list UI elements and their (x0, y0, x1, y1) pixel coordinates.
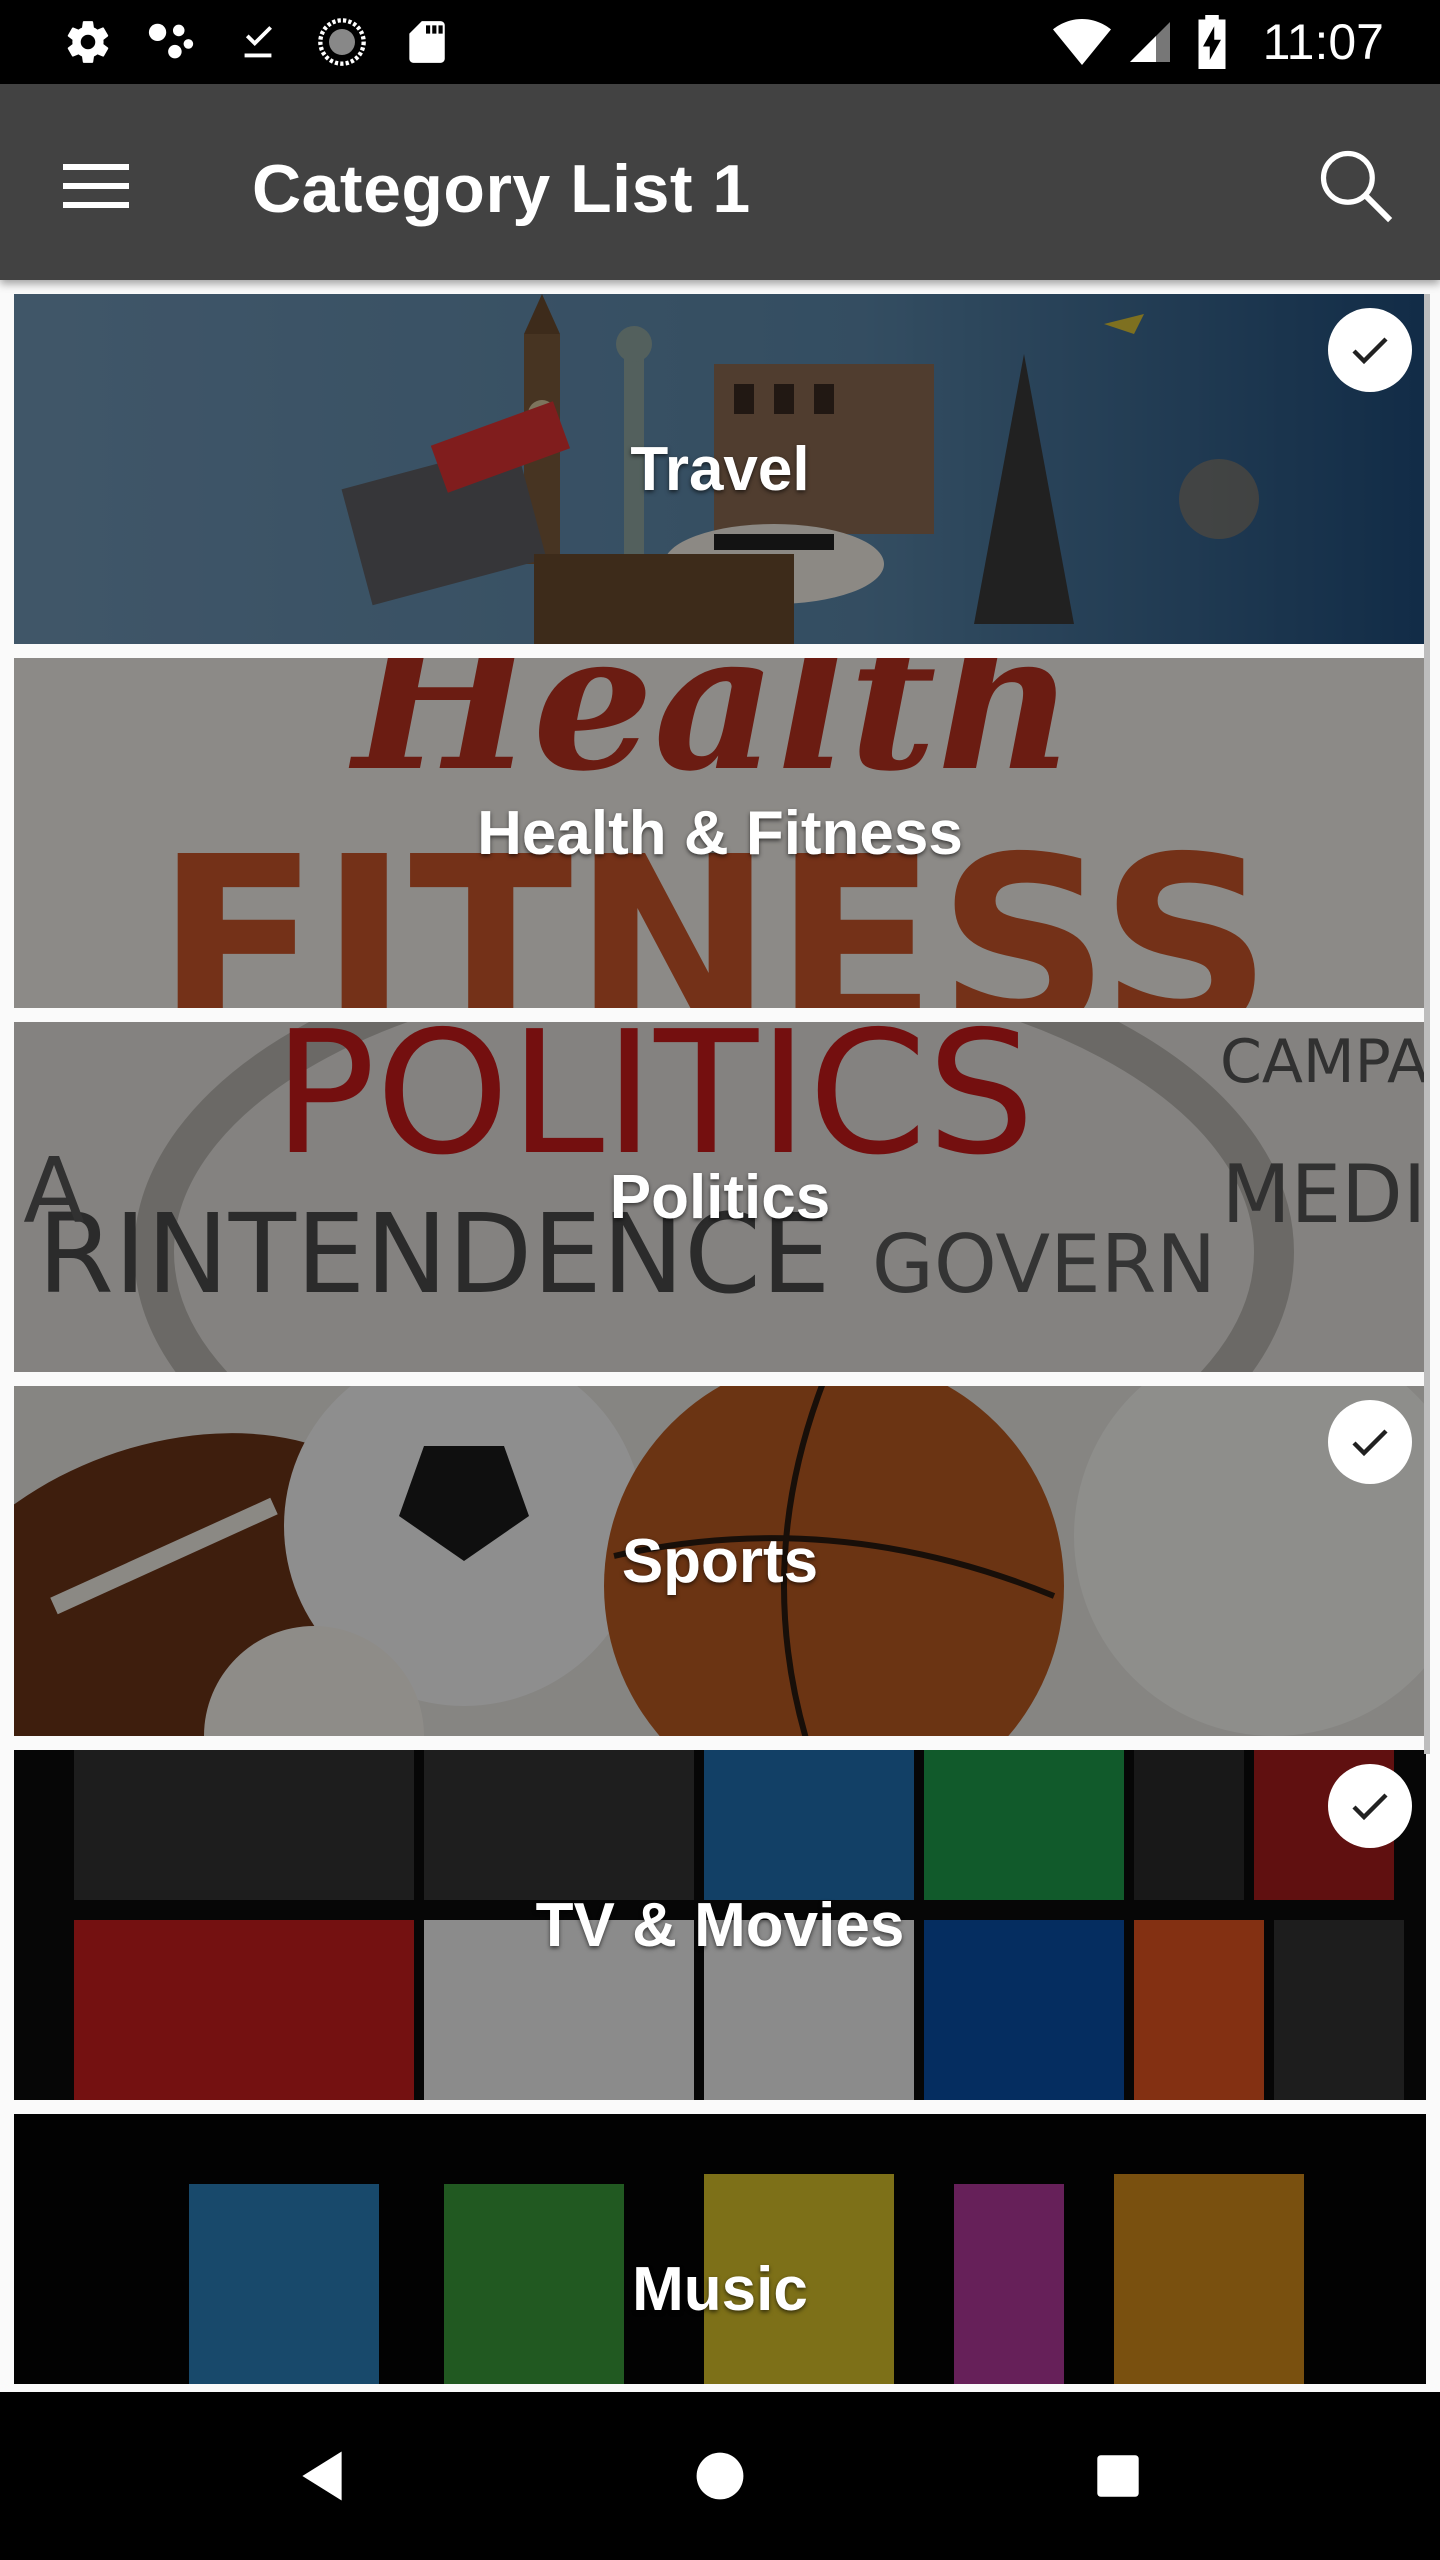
category-list[interactable]: Travel Health FITNESS Health & Fitness P… (14, 294, 1426, 2384)
status-bar: 11:07 (0, 0, 1440, 84)
category-label: Sports (621, 1526, 819, 1596)
assistant-dots-icon (146, 16, 198, 68)
recents-icon[interactable] (1068, 2426, 1168, 2526)
category-card-politics[interactable]: POLITICS RINTENDENCE GOVERN CAMPA MEDI A… (14, 1022, 1426, 1372)
category-label: Health & Fitness (477, 798, 963, 868)
category-label: TV & Movies (535, 1890, 905, 1960)
category-label: Travel (630, 434, 810, 504)
selected-check-icon[interactable] (1328, 308, 1412, 392)
selected-check-icon[interactable] (1328, 1400, 1412, 1484)
signal-icon (1124, 16, 1176, 68)
selected-check-icon[interactable] (1328, 1764, 1412, 1848)
sd-card-icon (400, 16, 452, 68)
category-card-travel[interactable]: Travel (14, 294, 1426, 644)
scrollbar[interactable] (1424, 294, 1430, 1754)
category-card-health-fitness[interactable]: Health FITNESS Health & Fitness (14, 658, 1426, 1008)
home-icon[interactable] (670, 2426, 770, 2526)
sync-circle-icon (316, 16, 368, 68)
category-card-music[interactable]: Music (14, 2114, 1426, 2384)
battery-charging-icon (1190, 15, 1234, 69)
page-title: Category List 1 (252, 151, 751, 227)
download-done-icon (232, 16, 284, 68)
search-icon[interactable] (1304, 134, 1408, 238)
settings-icon (62, 16, 114, 68)
navigation-bar (0, 2392, 1440, 2560)
app-bar: Category List 1 (0, 84, 1440, 280)
category-label: Politics (609, 1162, 831, 1232)
category-card-sports[interactable]: Sports (14, 1386, 1426, 1736)
status-time: 11:07 (1262, 14, 1384, 70)
hamburger-menu-icon[interactable] (48, 138, 144, 234)
wifi-icon (1052, 16, 1112, 68)
category-card-tv-movies[interactable]: TV & Movies (14, 1750, 1426, 2100)
category-label: Music (632, 2254, 808, 2324)
back-icon[interactable] (272, 2426, 372, 2526)
